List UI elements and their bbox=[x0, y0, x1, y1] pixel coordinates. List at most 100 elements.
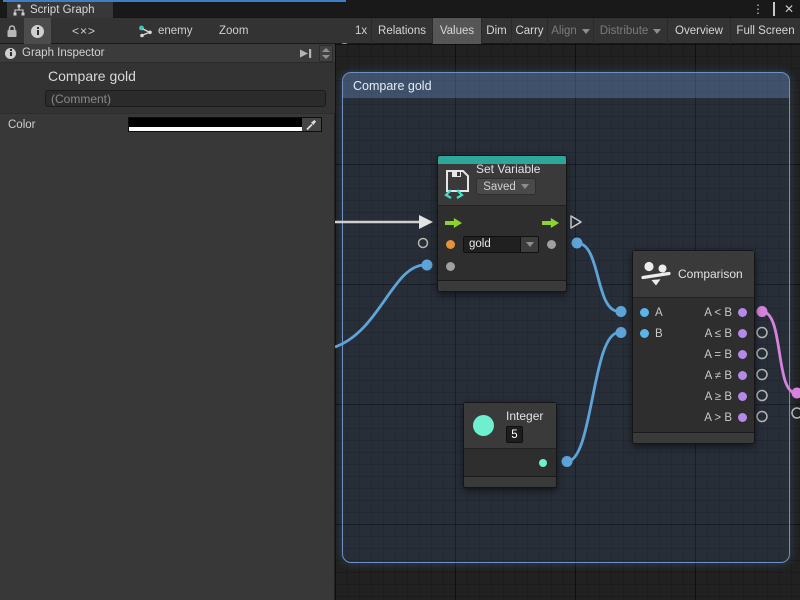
toolbar-button-dim[interactable]: Dim bbox=[481, 18, 511, 44]
toolbar-button-align[interactable]: Align bbox=[547, 18, 593, 44]
info-icon bbox=[31, 25, 44, 38]
unconnected-port[interactable] bbox=[757, 370, 767, 380]
unconnected-flow-port[interactable] bbox=[571, 216, 581, 228]
maximize-icon[interactable] bbox=[773, 3, 775, 15]
toolbar-button-overview[interactable]: Overview bbox=[667, 18, 730, 44]
port-row: A A < B bbox=[633, 302, 754, 323]
blue-wire-left-input[interactable] bbox=[335, 265, 425, 347]
eyedropper-button[interactable] bbox=[302, 118, 321, 131]
output-port-a-lt-b[interactable] bbox=[738, 308, 747, 317]
graph-canvas[interactable]: Compare gold bbox=[335, 44, 800, 600]
toolbar-button-carry[interactable]: Carry bbox=[511, 18, 547, 44]
node-footer[interactable] bbox=[438, 280, 566, 291]
wire-endpoint[interactable] bbox=[616, 306, 627, 317]
variable-scope-dropdown[interactable]: Saved bbox=[476, 178, 536, 195]
wire-endpoint[interactable] bbox=[616, 327, 627, 338]
output-port-a-neq-b[interactable] bbox=[738, 371, 747, 380]
value-in-port[interactable] bbox=[446, 262, 455, 271]
output-port-a-gt-b[interactable] bbox=[738, 413, 747, 422]
lock-button[interactable] bbox=[2, 18, 22, 44]
comment-input[interactable] bbox=[45, 90, 326, 107]
inspector-title: Graph Inspector bbox=[22, 47, 104, 59]
name-port[interactable] bbox=[446, 240, 455, 249]
zoom-value: 1x bbox=[355, 18, 367, 44]
value-out-port[interactable] bbox=[547, 240, 556, 249]
node-body: A A < B B A ≤ B A = B A ≠ B bbox=[633, 298, 754, 428]
scroll-down-icon[interactable] bbox=[322, 55, 330, 59]
node-footer[interactable] bbox=[633, 432, 754, 443]
toolbar-button-values[interactable]: Values bbox=[432, 18, 481, 44]
divider bbox=[0, 113, 335, 114]
blue-wire-integer-to-b[interactable] bbox=[567, 333, 619, 462]
toolbar-button-fullscreen[interactable]: Full Screen bbox=[730, 18, 800, 44]
chevron-down-icon bbox=[582, 29, 590, 34]
flow-port-row bbox=[438, 212, 566, 234]
flow-in-port[interactable] bbox=[445, 217, 462, 229]
tab-label: Script Graph bbox=[30, 4, 95, 16]
graph-reference[interactable]: enemy bbox=[138, 18, 193, 44]
node-body bbox=[464, 449, 556, 477]
inspector-header: Graph Inspector bbox=[0, 44, 335, 63]
variable-name-field[interactable]: gold bbox=[463, 236, 521, 253]
blue-wire-setvar-to-a[interactable] bbox=[577, 243, 619, 312]
chevron-down-icon bbox=[653, 29, 661, 34]
dock-icon[interactable] bbox=[298, 46, 313, 61]
script-graph-icon bbox=[13, 4, 25, 16]
node-header[interactable]: Comparison bbox=[633, 251, 754, 298]
wire-endpoint[interactable] bbox=[562, 456, 573, 467]
unconnected-port[interactable] bbox=[792, 408, 800, 418]
node-footer[interactable] bbox=[464, 476, 556, 487]
integer-value-field[interactable]: 5 bbox=[506, 426, 523, 443]
variable-name-row: gold bbox=[438, 233, 566, 255]
output-port-a-gte-b[interactable] bbox=[738, 392, 747, 401]
inspector-scroll-arrows[interactable] bbox=[319, 45, 333, 62]
save-variable-icon bbox=[444, 169, 471, 199]
toolbar-button-relations[interactable]: Relations bbox=[371, 18, 432, 44]
color-swatch[interactable] bbox=[128, 117, 322, 132]
toolbar-button-distribute[interactable]: Distribute bbox=[593, 18, 667, 44]
node-set-variable[interactable]: Set Variable Saved gold bbox=[437, 155, 567, 292]
port-row: A ≥ B bbox=[633, 386, 754, 407]
tab-script-graph[interactable]: Script Graph bbox=[7, 2, 113, 18]
scroll-up-icon[interactable] bbox=[322, 48, 330, 52]
port-row: A > B bbox=[633, 407, 754, 428]
comparison-icon bbox=[641, 261, 671, 287]
wire-endpoint[interactable] bbox=[422, 260, 433, 271]
wire-endpoint[interactable] bbox=[792, 388, 800, 399]
unconnected-port[interactable] bbox=[419, 239, 428, 248]
node-comparison[interactable]: Comparison A A < B B A ≤ B A = B bbox=[632, 250, 755, 444]
port-row: A ≠ B bbox=[633, 365, 754, 386]
node-title: Set Variable bbox=[476, 162, 540, 176]
node-title: Integer bbox=[506, 409, 543, 423]
unconnected-port[interactable] bbox=[757, 412, 767, 422]
color-rgb-strip bbox=[129, 118, 303, 127]
input-b-port[interactable] bbox=[640, 329, 649, 338]
graph-title: Compare gold bbox=[48, 68, 136, 84]
info-icon bbox=[5, 48, 16, 59]
unconnected-port[interactable] bbox=[757, 349, 767, 359]
wire-endpoint[interactable] bbox=[572, 238, 583, 249]
unconnected-port[interactable] bbox=[757, 391, 767, 401]
flow-arrowhead bbox=[419, 215, 433, 229]
graph-asset-icon bbox=[138, 24, 153, 39]
port-row: B A ≤ B bbox=[633, 323, 754, 344]
integer-out-port[interactable] bbox=[539, 459, 547, 467]
kebab-menu-icon[interactable]: ⋮ bbox=[752, 0, 764, 18]
unconnected-port[interactable] bbox=[757, 328, 767, 338]
flow-out-port[interactable] bbox=[542, 217, 559, 229]
graph-inspector-panel: Graph Inspector Compare gold Color bbox=[0, 44, 335, 600]
color-alpha-strip bbox=[129, 127, 303, 131]
integer-icon bbox=[473, 415, 494, 436]
output-port-a-lte-b[interactable] bbox=[738, 329, 747, 338]
input-a-port[interactable] bbox=[640, 308, 649, 317]
wire-endpoint[interactable] bbox=[757, 306, 768, 317]
variable-name-dropdown[interactable] bbox=[521, 236, 539, 253]
graph-toolbar: <×> enemy Zoom 1x Relations Values Dim C… bbox=[0, 18, 800, 44]
code-icon: <×> bbox=[72, 24, 96, 38]
output-port-a-eq-b[interactable] bbox=[738, 350, 747, 359]
code-preview-button[interactable]: <×> bbox=[62, 18, 106, 44]
node-integer[interactable]: Integer 5 bbox=[463, 402, 557, 488]
close-icon[interactable]: ✕ bbox=[784, 0, 794, 18]
inspector-toggle-button[interactable] bbox=[24, 18, 51, 44]
graph-name-label: enemy bbox=[158, 25, 193, 37]
